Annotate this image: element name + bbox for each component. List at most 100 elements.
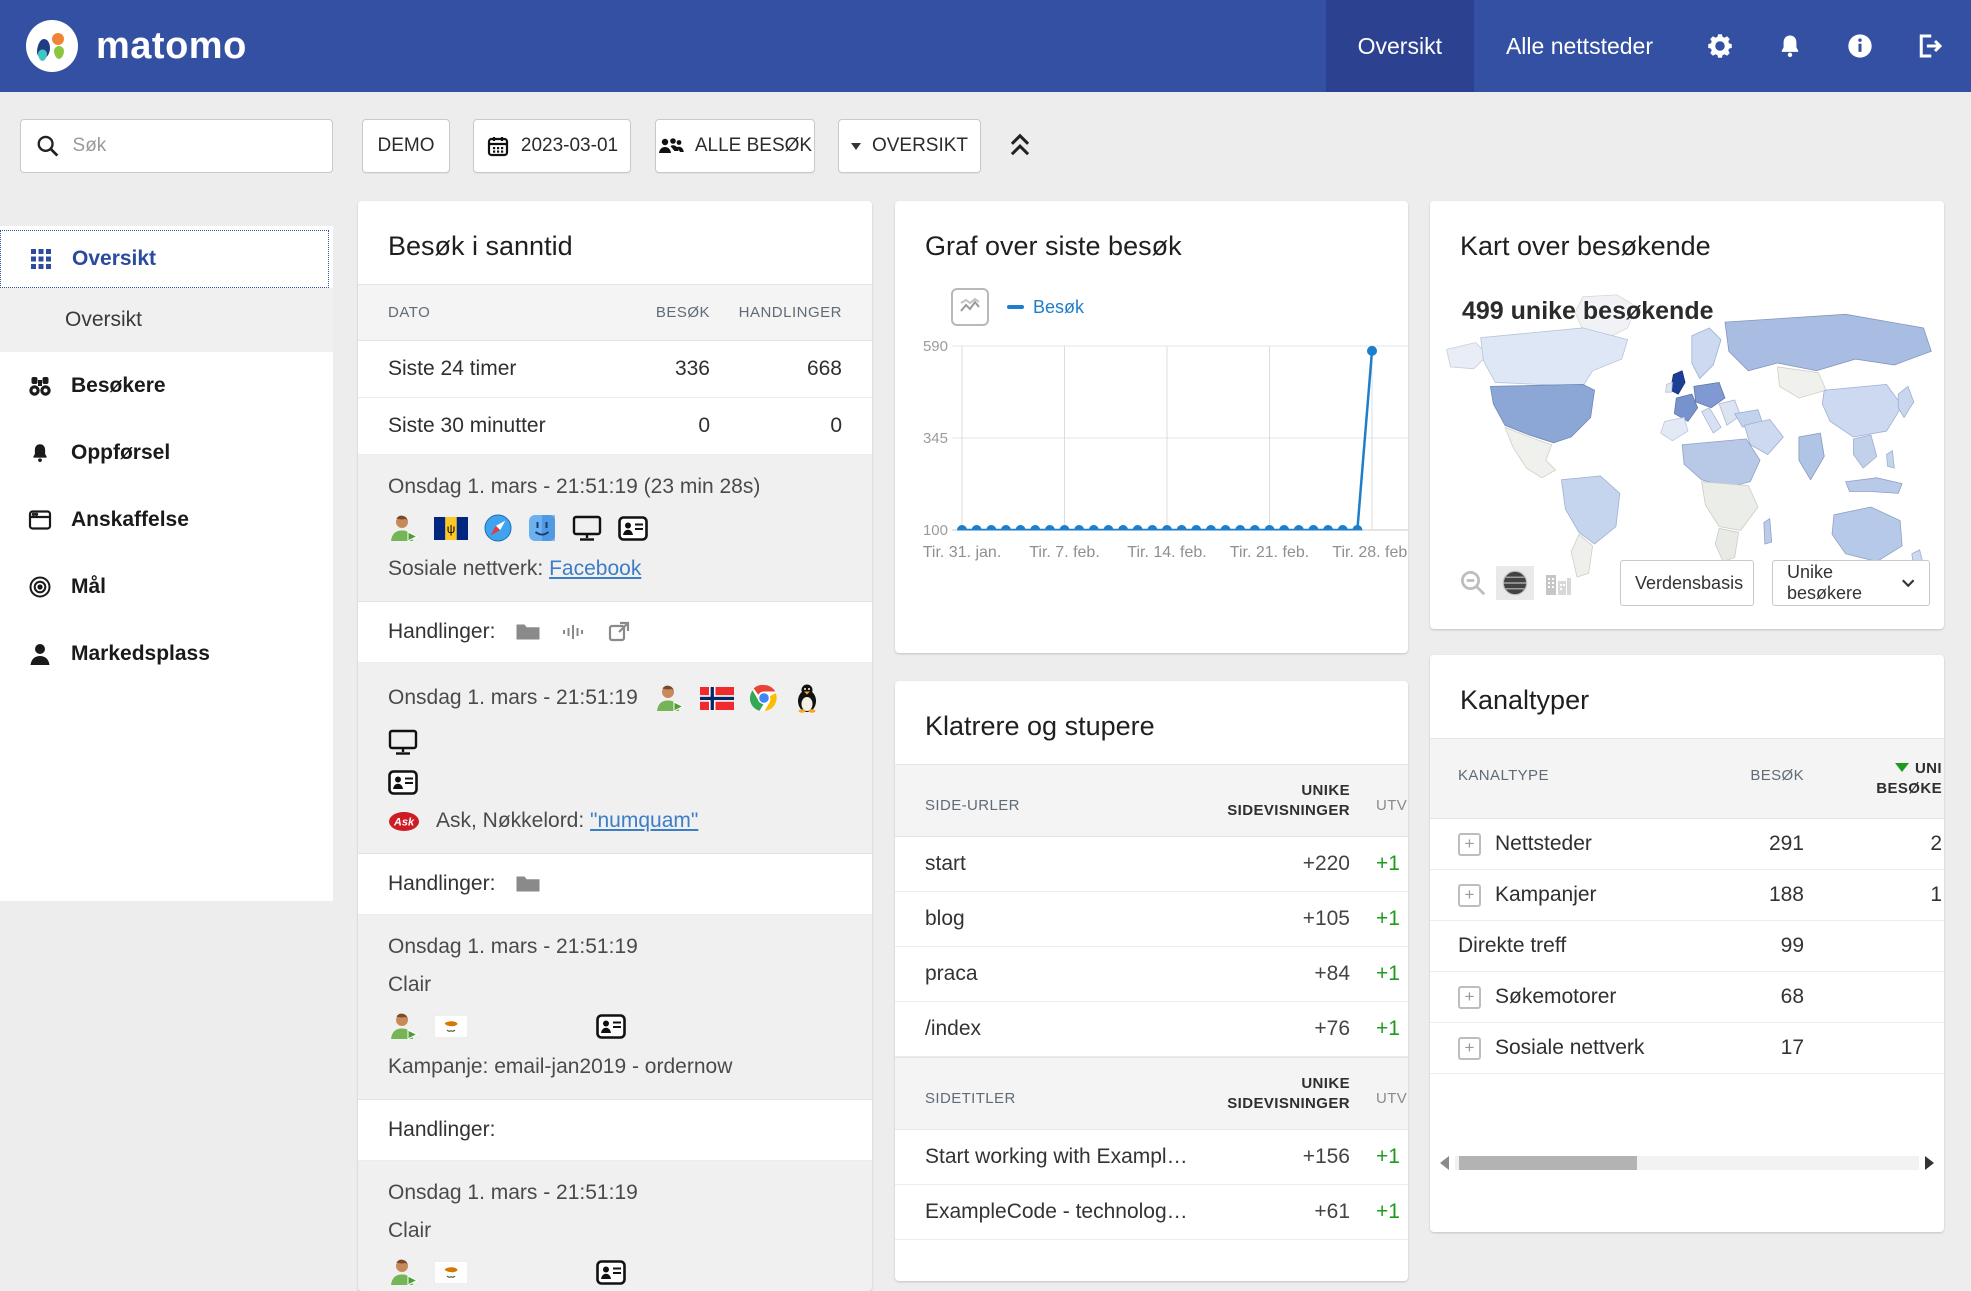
svg-text:Tir. 21. feb.: Tir. 21. feb. [1230, 544, 1309, 561]
visit-actions-row: Handlinger: [358, 602, 872, 663]
visitor-avatar-icon [388, 1257, 418, 1287]
page-title[interactable]: Start working with ExampleCo... [925, 1145, 1190, 1169]
zoom-out-icon[interactable] [1458, 568, 1488, 598]
people-icon [658, 135, 684, 157]
sidebar-item-mal[interactable]: Mål [0, 553, 333, 620]
view-selector-label: OVERSIKT [872, 135, 968, 157]
page-url[interactable]: blog [925, 907, 1190, 931]
matomo-logo[interactable]: matomo [0, 18, 247, 74]
expand-icon[interactable]: + [1458, 884, 1481, 907]
expand-icon[interactable]: + [1458, 1037, 1481, 1060]
referrer-link[interactable]: Facebook [549, 557, 641, 580]
table-row: Siste 24 timer 336 668 [358, 341, 872, 398]
sidebar-item-label: Oversikt [72, 247, 156, 271]
bell-icon[interactable] [1755, 0, 1825, 92]
column-besok: BESØK [1664, 759, 1804, 784]
scrollbar-track[interactable] [1455, 1156, 1919, 1170]
matomo-logo-icon [24, 18, 80, 74]
visitor-profile-icon[interactable] [596, 1014, 626, 1039]
horizontal-scrollbar[interactable] [1430, 1152, 1944, 1174]
page-url[interactable]: praca [925, 962, 1190, 986]
channel-sokemotorer[interactable]: +Søkemotorer [1458, 985, 1664, 1009]
row-actions: 0 [710, 414, 842, 438]
visit-entry: Onsdag 1. mars - 21:51:19 Clair Kampanje… [358, 915, 872, 1100]
search-input[interactable] [73, 135, 318, 157]
sidebar-item-besokere[interactable]: Besøkere [0, 352, 333, 419]
visitor-profile-icon[interactable] [388, 770, 418, 795]
page-title[interactable]: ExampleCode - technology wi... [925, 1200, 1190, 1224]
segment-selector-button[interactable]: ALLE BESØK [655, 119, 815, 173]
calendar-icon [486, 134, 510, 158]
expand-icon[interactable]: + [1458, 986, 1481, 1009]
chevron-down-icon [1901, 578, 1915, 588]
scroll-right-icon[interactable] [1925, 1156, 1934, 1170]
visit-entry: Onsdag 1. mars - 21:51:19 (23 min 28s) ψ… [358, 455, 872, 602]
keyword-link[interactable]: "numquam" [590, 809, 698, 832]
sidebar-item-anskaffelse[interactable]: Anskaffelse [0, 486, 333, 553]
table-row: +Kampanjer 188 1 [1430, 870, 1944, 921]
sidebar-item-oppforsel[interactable]: Oppførsel [0, 419, 333, 486]
nav-tab-alle-nettsteder[interactable]: Alle nettsteder [1474, 0, 1685, 92]
visitor-name: Clair [388, 973, 431, 997]
map-metric-dropdown[interactable]: Unike besøkere [1772, 560, 1930, 606]
svg-text:Tir. 7. feb.: Tir. 7. feb. [1029, 544, 1100, 561]
ask-search-engine-icon: Ask [388, 811, 420, 832]
scroll-left-icon[interactable] [1440, 1156, 1449, 1170]
world-map[interactable] [1430, 289, 1944, 581]
signout-icon[interactable] [1895, 0, 1965, 92]
map-metric-value: Unike besøkere [1787, 562, 1901, 604]
export-image-icon[interactable] [951, 288, 989, 326]
waveform-icon[interactable] [561, 621, 587, 643]
card-title: Besøk i sanntid [358, 201, 872, 284]
site-search[interactable] [20, 119, 333, 173]
double-chevron-up-icon[interactable] [1006, 130, 1034, 165]
row-delta: +1 [1350, 962, 1408, 986]
grid-icon [28, 248, 54, 270]
column-handlinger: HANDLINGER [710, 304, 842, 321]
legend-besok[interactable]: Besøk [1007, 297, 1084, 318]
expand-icon[interactable]: + [1458, 833, 1481, 856]
folder-icon[interactable] [515, 621, 541, 643]
scrollbar-thumb[interactable] [1459, 1156, 1637, 1170]
table-row: Direkte treff 99 [1430, 921, 1944, 972]
nav-tab-oversikt[interactable]: Oversikt [1326, 0, 1474, 92]
column-kanaltype: KANALTYPE [1458, 759, 1664, 784]
legend-dash-icon [1007, 305, 1024, 309]
column-utvikling: UTVI [1350, 787, 1408, 814]
chrome-browser-icon [750, 684, 778, 712]
sidebar-subitem-oversikt[interactable]: Oversikt [0, 288, 333, 352]
flag-norway-icon [700, 687, 734, 710]
info-icon[interactable] [1825, 0, 1895, 92]
globe-view-icon[interactable] [1496, 566, 1534, 600]
realtime-visits-card: Besøk i sanntid DATO BESØK HANDLINGER Si… [358, 201, 872, 1291]
row-value: +61 [1190, 1200, 1350, 1224]
visitor-name: Clair [388, 1219, 431, 1243]
site-selector-button[interactable]: DEMO [362, 119, 450, 173]
visit-datetime: Onsdag 1. mars - 21:51:19 [388, 686, 638, 710]
channel-kampanjer[interactable]: +Kampanjer [1458, 883, 1664, 907]
visitor-profile-icon[interactable] [618, 516, 648, 541]
visitor-avatar-icon [654, 683, 684, 713]
channel-direkte-treff: Direkte treff [1458, 934, 1664, 958]
sidebar-item-oversikt[interactable]: Oversikt [0, 230, 329, 288]
desktop-device-icon [388, 729, 418, 756]
row-actions: 668 [710, 357, 842, 381]
external-link-icon[interactable] [607, 620, 631, 644]
sidebar-item-markedsplass[interactable]: Markedsplass [0, 620, 333, 687]
date-selector-label: 2023-03-01 [521, 135, 618, 157]
brand-wordmark: matomo [96, 25, 247, 68]
view-selector-button[interactable]: OVERSIKT [838, 119, 981, 173]
channel-sosiale-nettverk[interactable]: +Sosiale nettverk [1458, 1036, 1664, 1060]
page-url[interactable]: start [925, 852, 1190, 876]
channel-nettsteder[interactable]: +Nettsteder [1458, 832, 1664, 856]
map-region-dropdown[interactable]: Verdensbasis [1620, 560, 1754, 606]
movers-header-titles: SIDETITLER UNIKESIDEVISNINGER UTVI [895, 1057, 1408, 1130]
folder-icon[interactable] [515, 873, 541, 895]
date-selector-button[interactable]: 2023-03-01 [473, 119, 631, 173]
page-url[interactable]: /index [925, 1017, 1190, 1041]
row-delta: +1 [1350, 1145, 1408, 1169]
visitor-profile-icon[interactable] [596, 1260, 626, 1285]
sidebar-item-label: Anskaffelse [71, 508, 189, 532]
gear-icon[interactable] [1685, 0, 1755, 92]
city-view-icon[interactable] [1542, 569, 1574, 597]
